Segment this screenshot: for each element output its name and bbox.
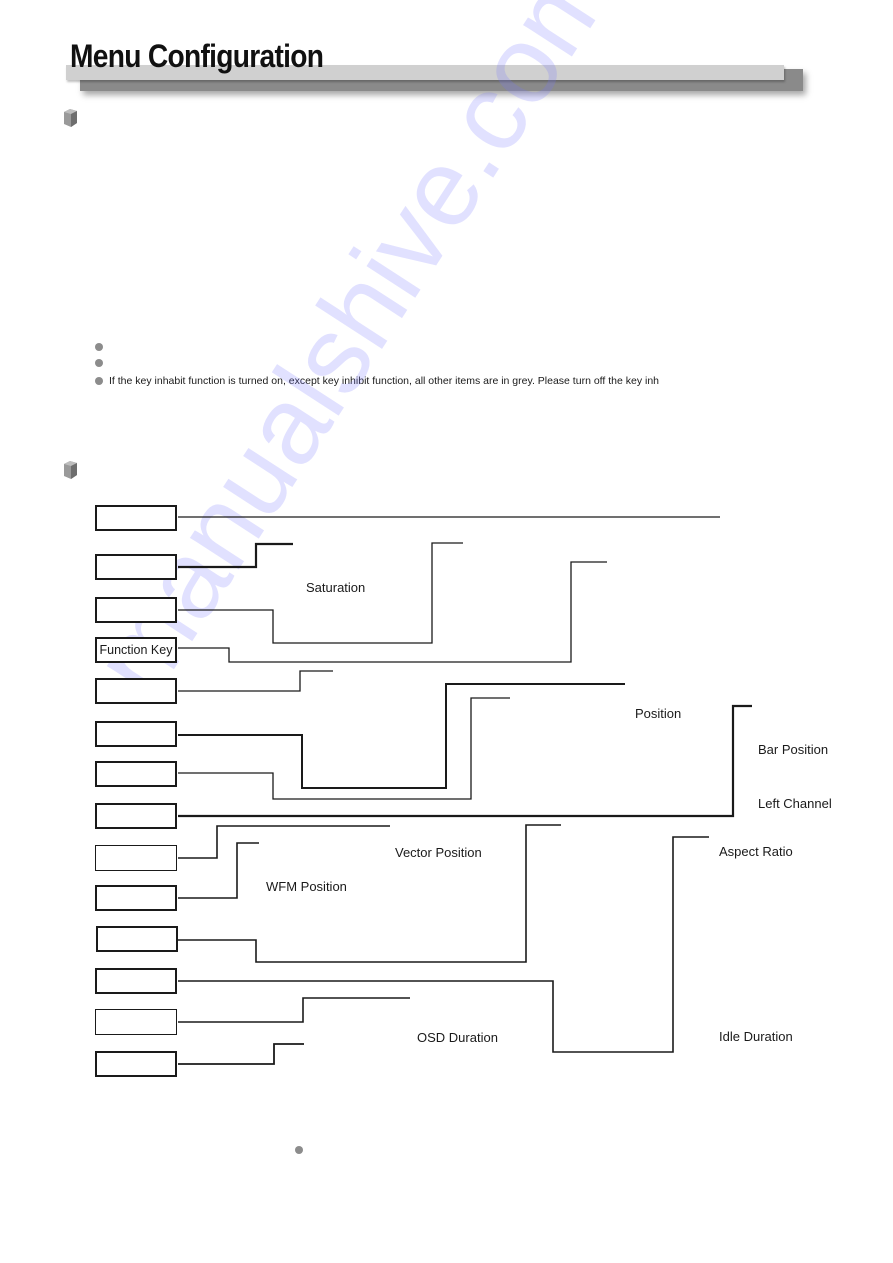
connector-line [178, 1043, 304, 1065]
connector-line [178, 825, 390, 859]
label-osd-duration: OSD Duration [417, 1030, 498, 1045]
menu-box [95, 554, 177, 580]
menu-box [96, 926, 178, 952]
connector-line [178, 561, 607, 663]
connector-line [178, 836, 709, 1053]
menu-box [95, 1009, 177, 1035]
menu-box [95, 678, 177, 704]
label-aspect-ratio: Aspect Ratio [719, 844, 793, 859]
menu-box [95, 721, 177, 747]
connector-line [178, 670, 333, 692]
connector-line [178, 997, 410, 1023]
menu-box [95, 968, 177, 994]
menu-box [95, 1051, 177, 1077]
menu-box [95, 845, 177, 871]
label-saturation: Saturation [306, 580, 366, 595]
menu-box [95, 505, 177, 531]
connector-line [178, 542, 293, 569]
menu-box-function-key: Function Key [95, 637, 177, 663]
label-wfm-position: WFM Position [266, 879, 347, 894]
label-idle-duration: Idle Duration [719, 1029, 793, 1044]
bullet-dot-icon [295, 1146, 303, 1154]
menu-box [95, 885, 177, 911]
connector-line [178, 842, 259, 899]
menu-box [95, 761, 177, 787]
label-position: Position [635, 706, 682, 721]
connector-line [178, 824, 561, 963]
label-left-channel: Left Channel [758, 796, 832, 811]
menu-box [95, 597, 177, 623]
label-vector-position: Vector Position [395, 845, 482, 860]
menu-box [95, 803, 177, 829]
connector-line [178, 697, 510, 800]
label-bar-position: Bar Position [758, 742, 829, 757]
